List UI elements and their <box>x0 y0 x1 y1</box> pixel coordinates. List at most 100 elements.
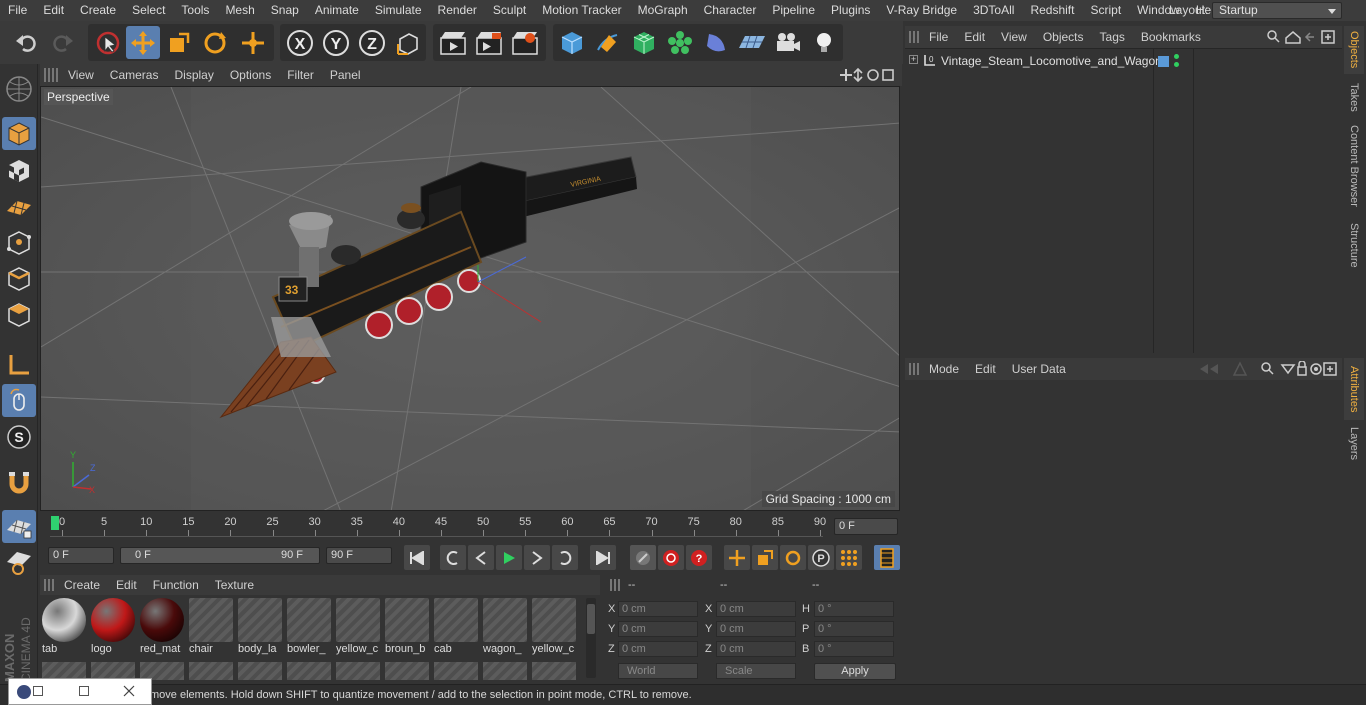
record-disabled-icon[interactable] <box>630 545 656 570</box>
material-item[interactable]: bowler_ <box>287 598 331 658</box>
coords-rot-p-field[interactable]: 0 ° <box>814 621 894 637</box>
edges-mode-icon[interactable] <box>2 262 36 295</box>
tab-objects[interactable]: Objects <box>1344 26 1364 74</box>
viewport-menu-view[interactable]: View <box>60 64 102 86</box>
coords-size-x-field[interactable]: 0 cm <box>716 601 796 617</box>
menu-select[interactable]: Select <box>124 0 173 21</box>
viewport-menu-panel[interactable]: Panel <box>322 64 369 86</box>
menu-motion-tracker[interactable]: Motion Tracker <box>534 0 629 21</box>
z-axis-icon[interactable]: Z <box>355 26 389 59</box>
render-visibility-dot[interactable] <box>1174 62 1179 67</box>
coords-pos-x-field[interactable]: 0 cm <box>618 601 698 617</box>
y-axis-icon[interactable]: Y <box>319 26 353 59</box>
render-view-icon[interactable] <box>436 26 470 59</box>
menu-file[interactable]: File <box>0 0 35 21</box>
light-icon[interactable] <box>807 26 841 59</box>
material-item[interactable]: tab <box>42 598 86 658</box>
axis-mode-icon[interactable] <box>2 348 36 381</box>
object-row[interactable]: + 0 Vintage_Steam_Locomotive_and_Wagon <box>905 52 1342 70</box>
live-selection-icon[interactable] <box>91 26 125 59</box>
key-parameter-icon[interactable]: P <box>808 545 834 570</box>
coords-size-y-field[interactable]: 0 cm <box>716 621 796 637</box>
move-icon[interactable] <box>126 26 160 59</box>
subdivision-icon[interactable] <box>627 26 661 59</box>
points-mode-icon[interactable] <box>2 226 36 259</box>
material-item[interactable]: logo <box>91 598 135 658</box>
apply-button[interactable]: Apply <box>814 663 896 680</box>
playhead-marker[interactable] <box>51 516 59 530</box>
material-grip-icon[interactable] <box>44 579 56 591</box>
material-item[interactable]: wagon_ <box>483 598 527 658</box>
object-menu-view[interactable]: View <box>993 26 1035 48</box>
tweak-mode-icon[interactable] <box>2 384 36 417</box>
menu-tools[interactable]: Tools <box>173 0 217 21</box>
next-key-icon[interactable] <box>552 545 578 570</box>
object-menu-objects[interactable]: Objects <box>1035 26 1092 48</box>
locked-workplane-icon[interactable] <box>2 546 36 579</box>
attribute-menu-user-data[interactable]: User Data <box>1004 358 1074 380</box>
attribute-menu-edit[interactable]: Edit <box>967 358 1004 380</box>
menu-vray-bridge[interactable]: V-Ray Bridge <box>878 0 965 21</box>
viewport-menu-display[interactable]: Display <box>166 64 221 86</box>
material-scrollbar[interactable] <box>586 598 596 678</box>
material-item[interactable]: cab <box>434 598 478 658</box>
pen-icon[interactable] <box>591 26 625 59</box>
tab-takes[interactable]: Takes <box>1344 78 1364 116</box>
snapping-icon[interactable]: S <box>2 420 36 453</box>
timeline-ruler[interactable]: 0 5 10 15 20 25 30 35 40 45 50 55 60 65 70 75 80 85 90 0 F <box>40 512 902 540</box>
object-grip-icon[interactable] <box>909 31 921 43</box>
end-frame-field[interactable]: 90 F <box>326 547 392 564</box>
material-item[interactable]: red_mat <box>140 598 184 658</box>
go-to-start-icon[interactable] <box>404 545 430 570</box>
object-menu-tags[interactable]: Tags <box>1092 26 1133 48</box>
preview-range-slider[interactable]: 0 F 90 F <box>120 547 320 564</box>
current-frame-field[interactable]: 0 F <box>834 518 898 535</box>
editor-visibility-dot[interactable] <box>1174 54 1179 59</box>
menu-edit[interactable]: Edit <box>35 0 72 21</box>
cloner-icon[interactable] <box>663 26 697 59</box>
floor-icon[interactable] <box>735 26 769 59</box>
menu-simulate[interactable]: Simulate <box>367 0 430 21</box>
tab-attributes[interactable]: Attributes <box>1344 358 1364 420</box>
key-rotation-icon[interactable] <box>780 545 806 570</box>
tab-layers[interactable]: Layers <box>1344 424 1364 464</box>
menu-3dtoall[interactable]: 3DToAll <box>965 0 1022 21</box>
material-item[interactable]: broun_b <box>385 598 429 658</box>
expand-toggle-icon[interactable]: + <box>909 55 918 64</box>
coords-pos-y-field[interactable]: 0 cm <box>618 621 698 637</box>
viewport-camera-label[interactable]: Perspective <box>44 89 113 105</box>
deformer-icon[interactable] <box>699 26 733 59</box>
autokey-icon[interactable]: ? <box>686 545 712 570</box>
object-menu-edit[interactable]: Edit <box>956 26 993 48</box>
coords-size-z-field[interactable]: 0 cm <box>716 641 796 657</box>
viewport-menu-filter[interactable]: Filter <box>279 64 322 86</box>
menu-redshift[interactable]: Redshift <box>1022 0 1082 21</box>
model-mode-icon[interactable] <box>2 117 36 150</box>
perspective-viewport[interactable]: VIRGINIA 33 Y Z X Perspective Grid Spaci… <box>40 86 900 511</box>
attribute-grip-icon[interactable] <box>909 363 921 375</box>
tab-structure[interactable]: Structure <box>1344 216 1364 274</box>
material-menu-function[interactable]: Function <box>145 574 207 596</box>
viewport-menu-options[interactable]: Options <box>222 64 279 86</box>
viewport-nav-icons[interactable] <box>838 67 896 83</box>
menu-render[interactable]: Render <box>430 0 485 21</box>
x-axis-icon[interactable]: X <box>283 26 317 59</box>
edit-render-settings-icon[interactable] <box>508 26 542 59</box>
layout-select[interactable]: Startup <box>1212 2 1342 19</box>
menu-character[interactable]: Character <box>696 0 765 21</box>
camera-icon[interactable] <box>771 26 805 59</box>
attribute-manager-tool-icons[interactable] <box>1198 361 1338 377</box>
coords-rot-h-field[interactable]: 0 ° <box>814 601 894 617</box>
attribute-menu-mode[interactable]: Mode <box>921 358 967 380</box>
app-icon[interactable] <box>17 685 31 699</box>
object-menu-file[interactable]: File <box>921 26 956 48</box>
rotate-icon[interactable] <box>198 26 232 59</box>
menu-pipeline[interactable]: Pipeline <box>764 0 823 21</box>
maximize-icon[interactable] <box>79 686 89 696</box>
viewport-menu-cameras[interactable]: Cameras <box>102 64 167 86</box>
workplane-icon[interactable] <box>2 190 36 223</box>
menu-script[interactable]: Script <box>1082 0 1129 21</box>
material-item[interactable]: chair <box>189 598 233 658</box>
world-coordinates-icon[interactable] <box>391 26 425 59</box>
make-editable-icon[interactable] <box>2 72 36 105</box>
